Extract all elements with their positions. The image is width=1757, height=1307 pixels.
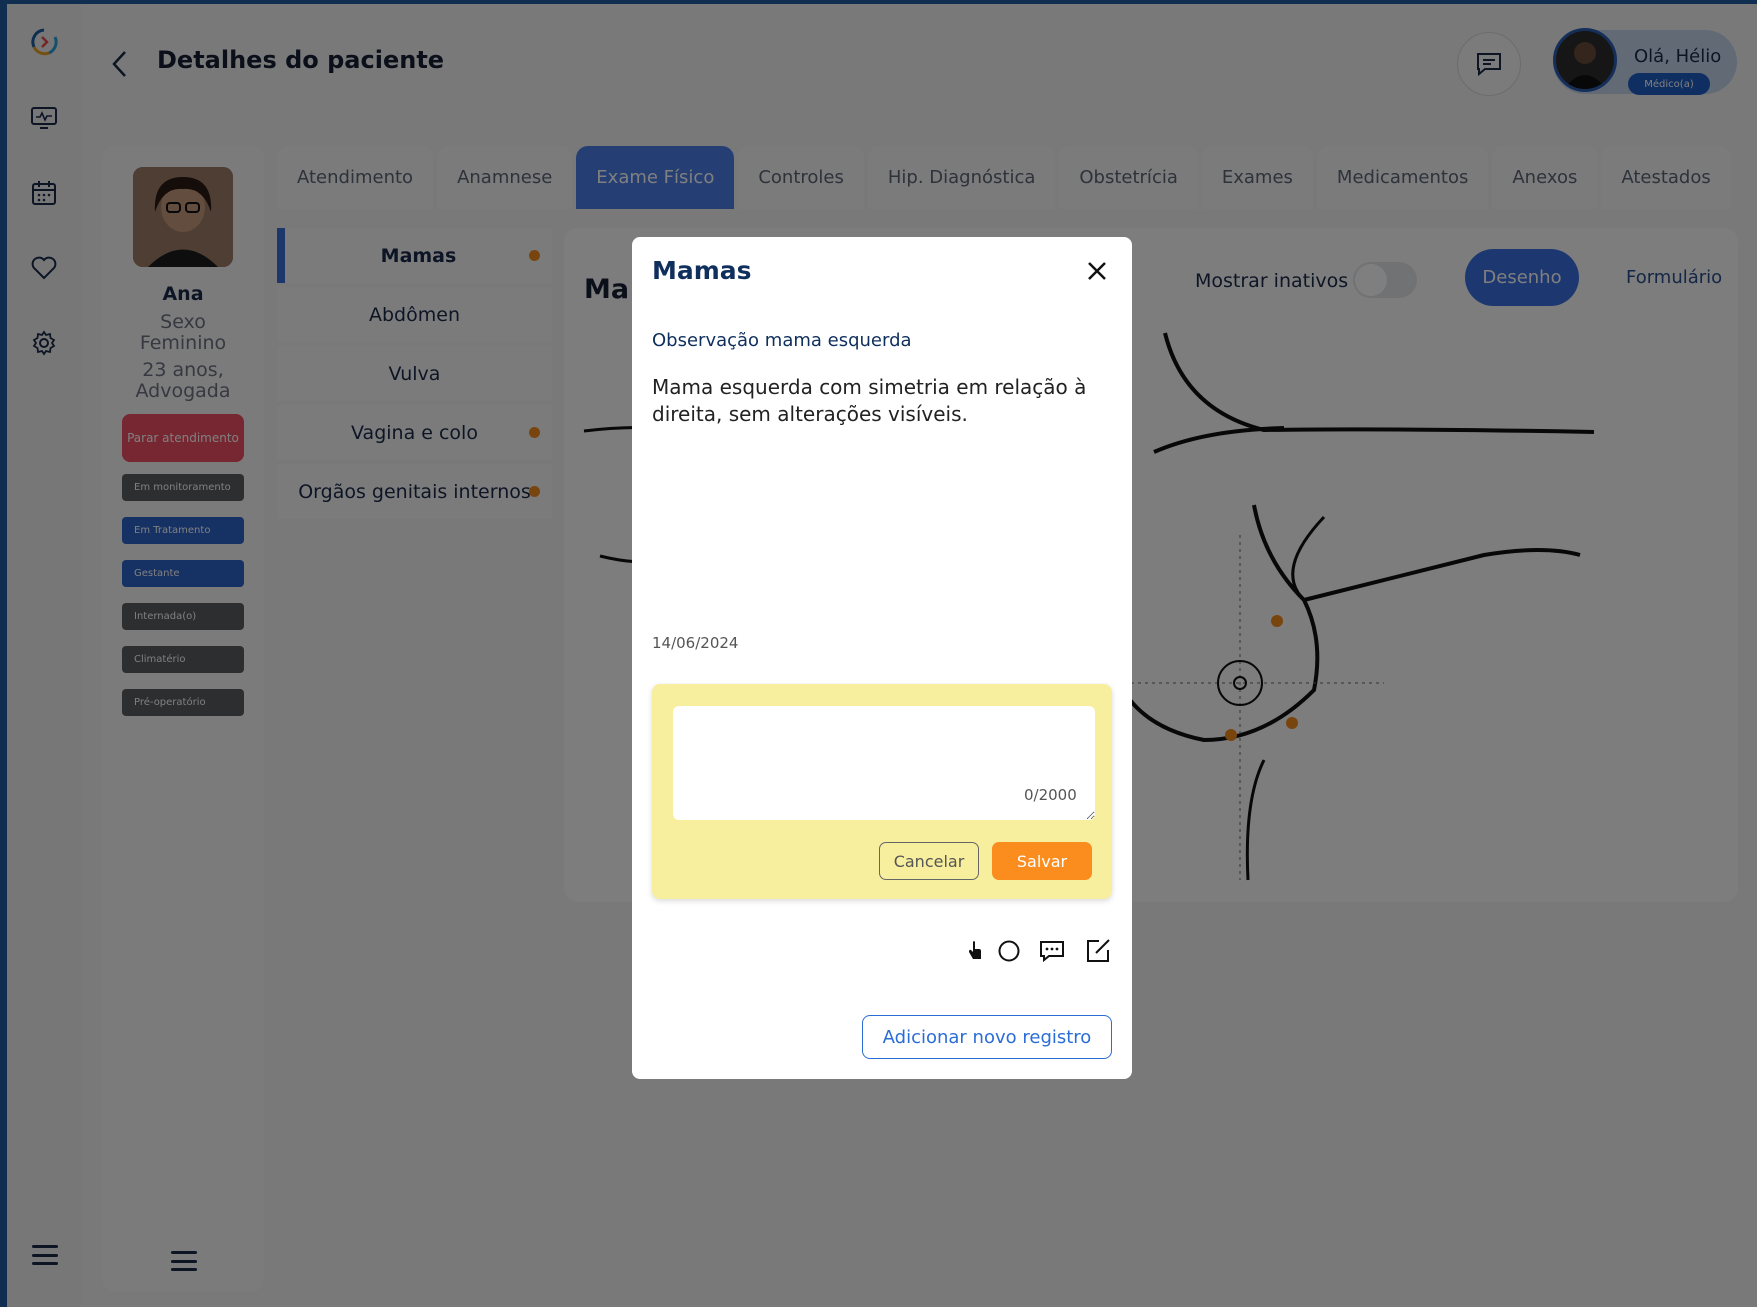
edit-icon[interactable]: [1083, 936, 1113, 966]
char-counter: 0/2000: [1024, 786, 1077, 804]
comment-icon[interactable]: [1037, 936, 1067, 966]
save-button[interactable]: Salvar: [992, 842, 1092, 880]
observation-text: Mama esquerda com simetria em relação à …: [652, 375, 1087, 426]
observation-date: 14/06/2024: [652, 634, 739, 652]
modal-subtitle: Observação mama esquerda: [652, 330, 912, 351]
modal-title: Mamas: [652, 256, 752, 285]
close-icon[interactable]: [1082, 256, 1112, 286]
pointer-icon[interactable]: [960, 936, 990, 966]
circle-icon[interactable]: [994, 936, 1024, 966]
add-record-button[interactable]: Adicionar novo registro: [862, 1015, 1112, 1059]
cancel-button[interactable]: Cancelar: [879, 842, 979, 880]
